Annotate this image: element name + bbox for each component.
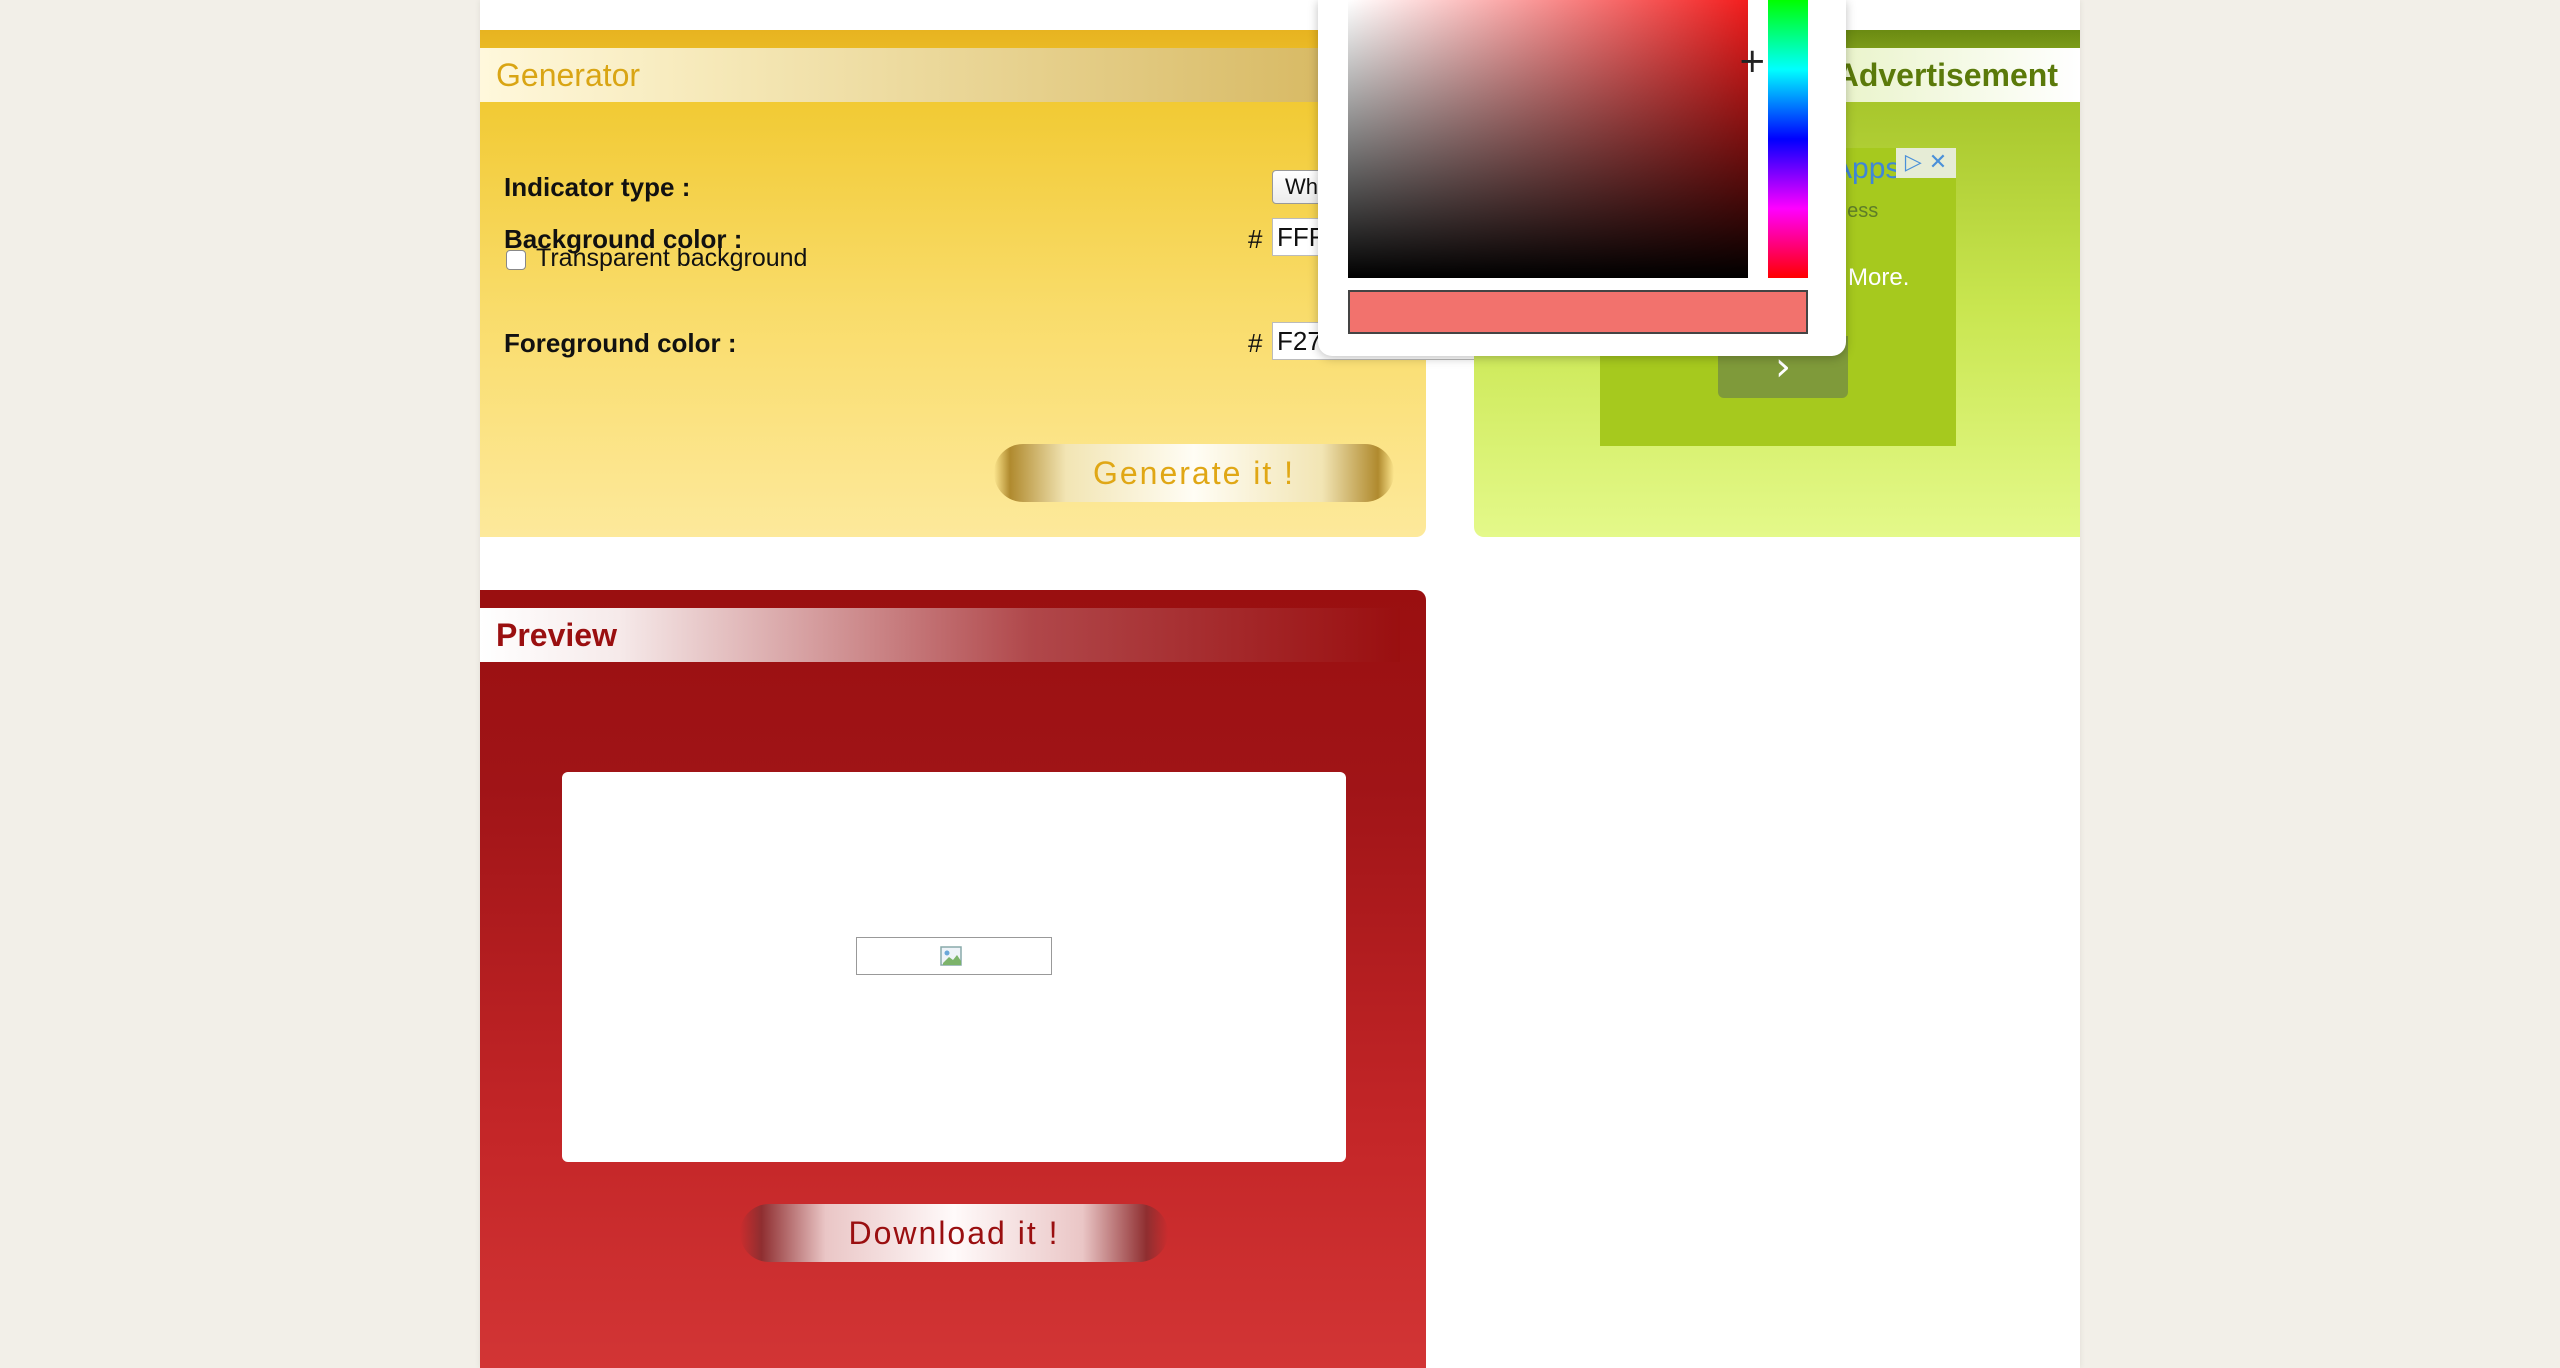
ad-controls: ▷ ✕ <box>1896 148 1956 178</box>
generate-button[interactable]: Generate it ! <box>994 444 1394 502</box>
color-picker-popup: + <box>1318 0 1846 356</box>
crosshair-icon[interactable]: + <box>1738 44 1768 78</box>
generator-panel: Generator Indicator type : Wheel Throbbe… <box>480 30 1754 537</box>
foreground-color-label: Foreground color : <box>504 328 737 358</box>
generator-title: Generator <box>480 48 1400 102</box>
adchoices-icon[interactable]: ▷ <box>1905 150 1922 175</box>
indicator-type-label: Indicator type : <box>504 172 691 202</box>
transparent-background-label: Transparent background <box>536 244 808 272</box>
background-color-hash: # <box>1248 224 1263 254</box>
preview-image <box>856 937 1052 975</box>
transparent-background-checkbox[interactable] <box>506 250 526 270</box>
hue-slider[interactable] <box>1768 0 1808 278</box>
download-button[interactable]: Download it ! <box>740 1204 1168 1262</box>
selected-color-swatch <box>1348 290 1808 334</box>
foreground-color-hash: # <box>1248 328 1263 358</box>
close-icon[interactable]: ✕ <box>1929 150 1947 175</box>
preview-title: Preview <box>480 608 1400 662</box>
saturation-value-area[interactable]: + <box>1348 0 1767 278</box>
broken-image-icon <box>940 946 962 966</box>
